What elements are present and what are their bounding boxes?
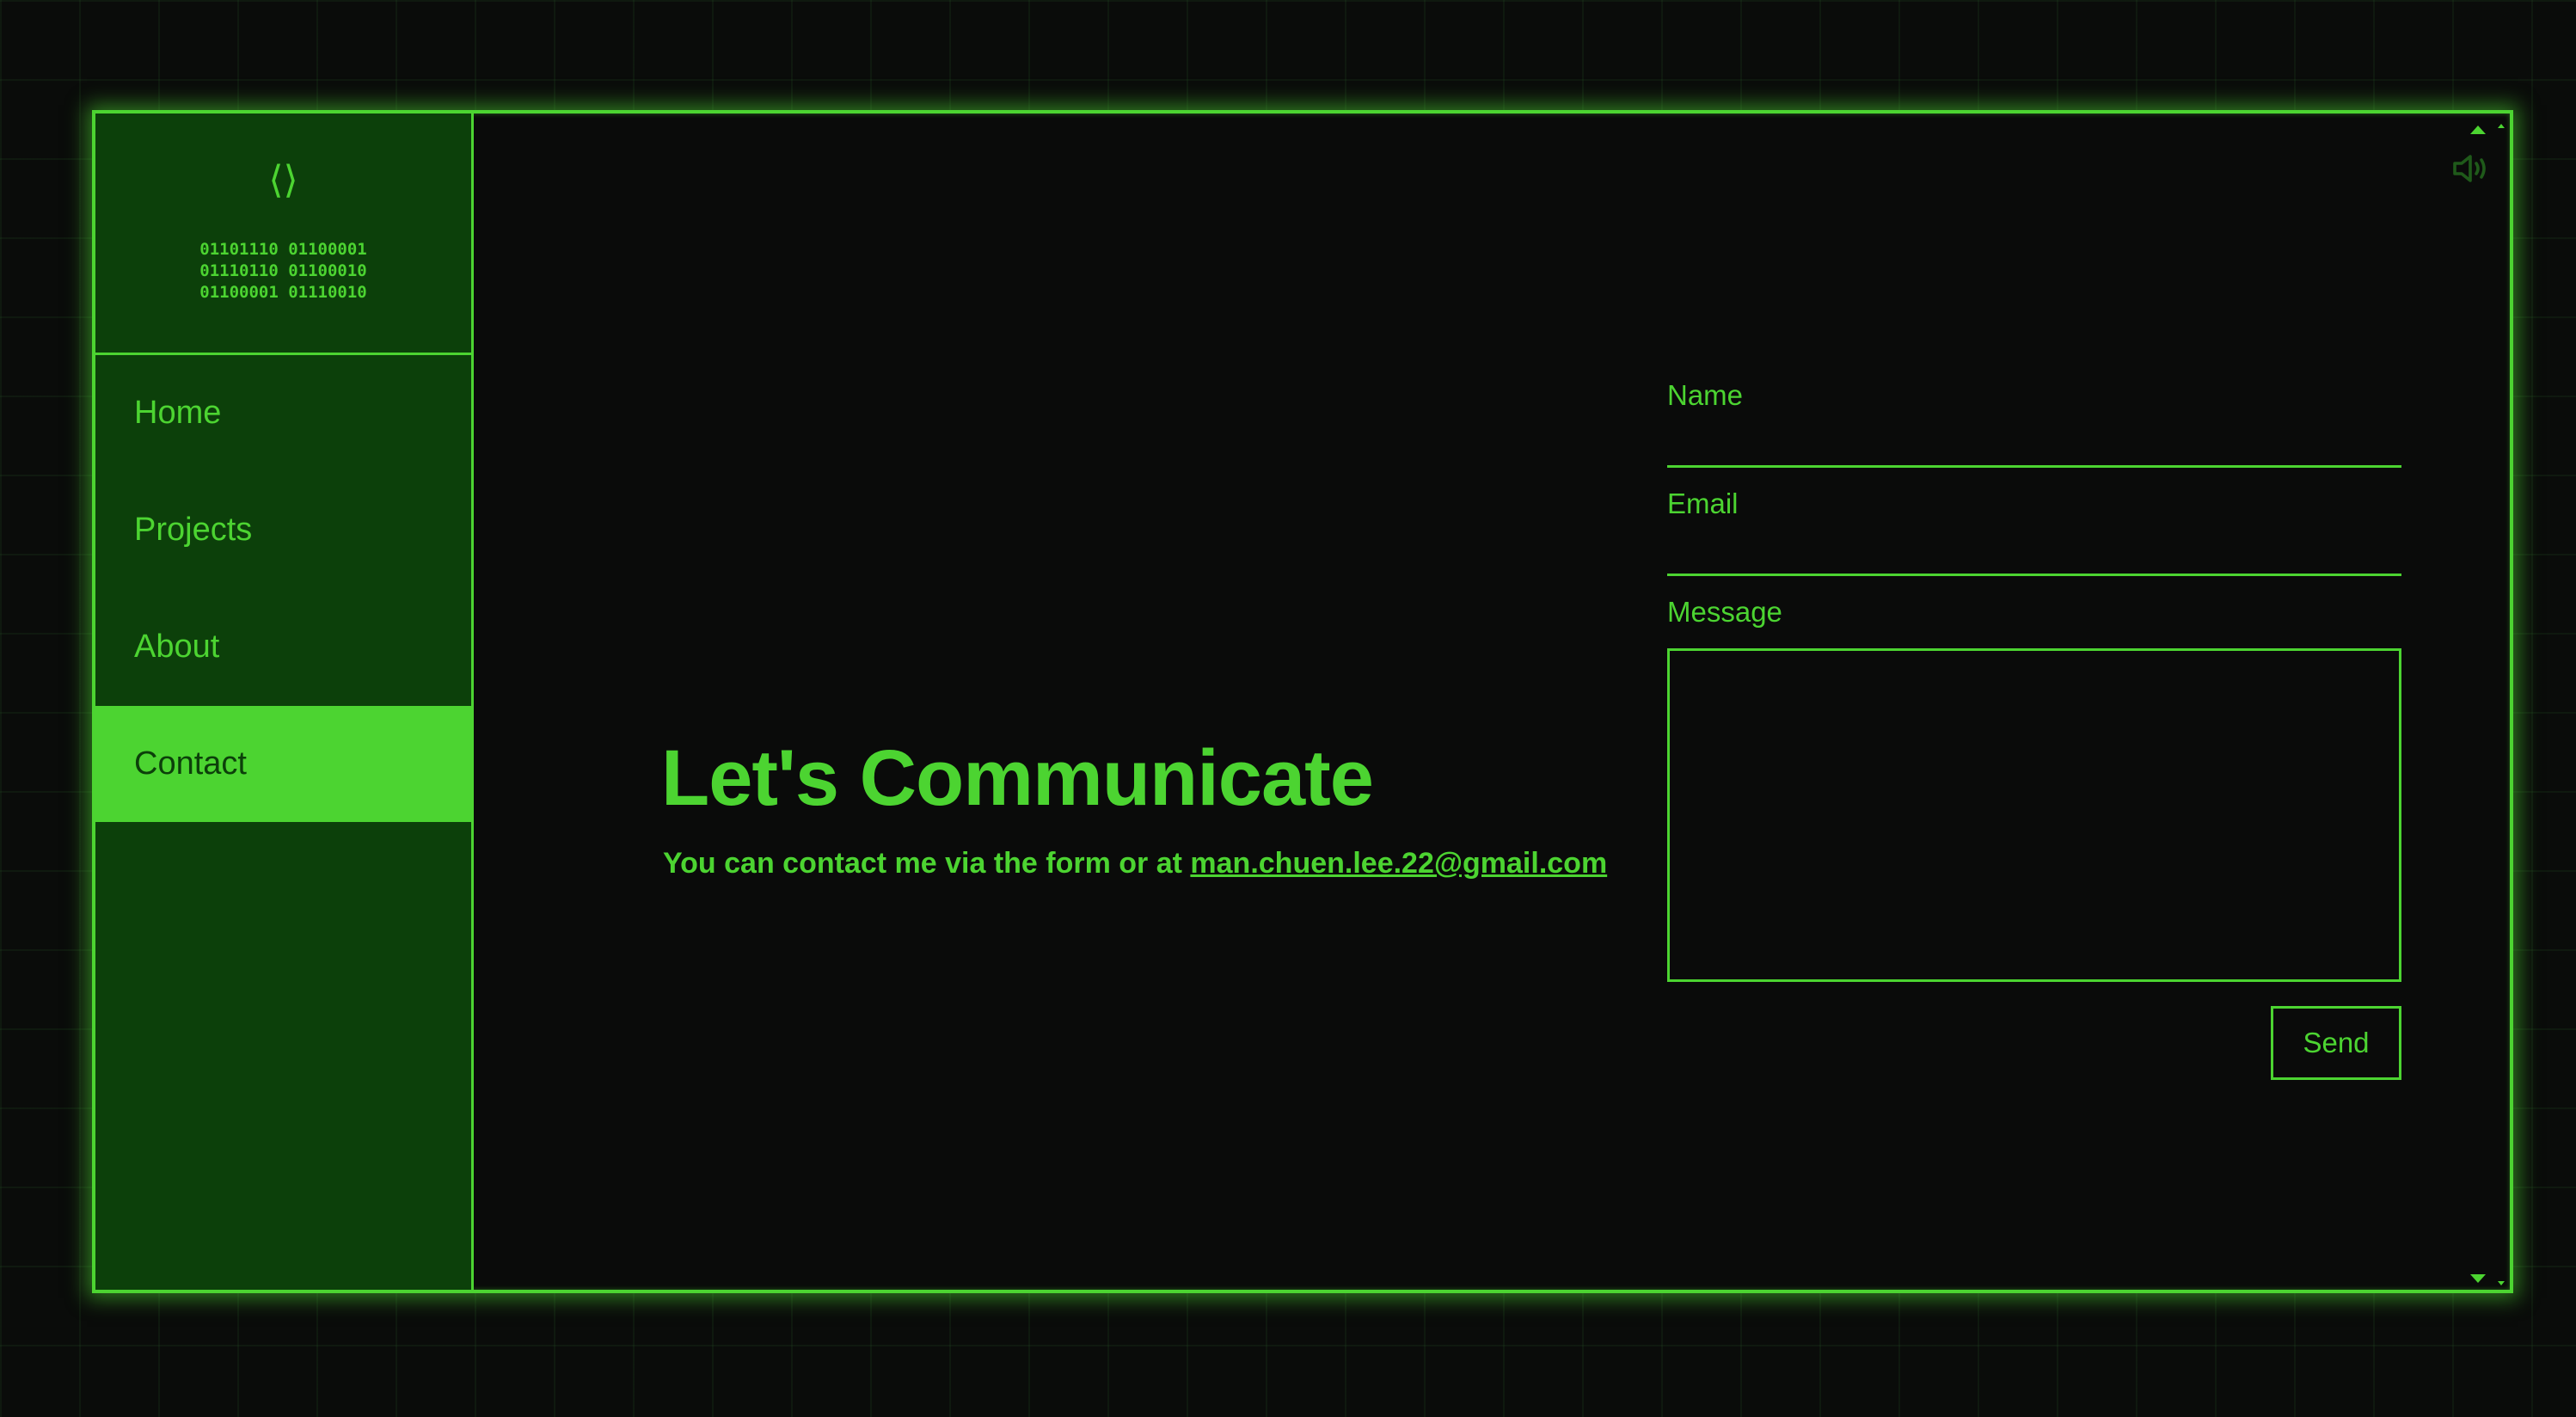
- sidebar-item-label: Projects: [134, 512, 253, 548]
- contact-subtext: You can contact me via the form or at ma…: [663, 844, 1607, 882]
- sidebar-item-about[interactable]: About: [95, 589, 471, 705]
- code-brackets-icon[interactable]: ⟨⟩: [95, 160, 471, 201]
- sidebar-item-label: Home: [134, 395, 222, 431]
- sidebar-item-projects[interactable]: Projects: [95, 472, 471, 588]
- binary-text: 01101110 01100001 01110110 01100010 0110…: [199, 240, 367, 302]
- scrollbar-up-icon[interactable]: [2498, 124, 2505, 128]
- email-link[interactable]: man.chuen.lee.22@gmail.com: [1190, 847, 1607, 880]
- contact-subtext-prefix: You can contact me via the form or at: [663, 847, 1191, 880]
- message-field[interactable]: [1667, 648, 2401, 982]
- message-label: Message: [1667, 596, 1782, 628]
- send-button[interactable]: Send: [2271, 1006, 2401, 1080]
- scroll-down-arrow-icon[interactable]: [2470, 1274, 2486, 1283]
- email-label: Email: [1667, 488, 1739, 519]
- scrollbar-down-icon[interactable]: [2498, 1281, 2505, 1285]
- email-field[interactable]: [1667, 530, 2401, 576]
- scroll-up-arrow-icon[interactable]: [2470, 126, 2486, 134]
- app-window: ⟨⟩ 01101110 01100001 01110110 01100010 0…: [92, 110, 2513, 1293]
- name-label: Name: [1667, 379, 1744, 411]
- logo-area: ⟨⟩ 01101110 01100001 01110110 01100010 0…: [95, 113, 471, 355]
- name-field[interactable]: [1667, 421, 2401, 468]
- page-title: Let's Communicate: [661, 734, 1374, 822]
- sidebar: ⟨⟩ 01101110 01100001 01110110 01100010 0…: [95, 113, 474, 1290]
- sidebar-item-home[interactable]: Home: [95, 355, 471, 471]
- sidebar-item-label: About: [134, 629, 220, 665]
- volume-icon[interactable]: [2450, 148, 2491, 189]
- sidebar-item-label: Contact: [134, 745, 247, 782]
- sidebar-item-contact[interactable]: Contact: [95, 706, 471, 822]
